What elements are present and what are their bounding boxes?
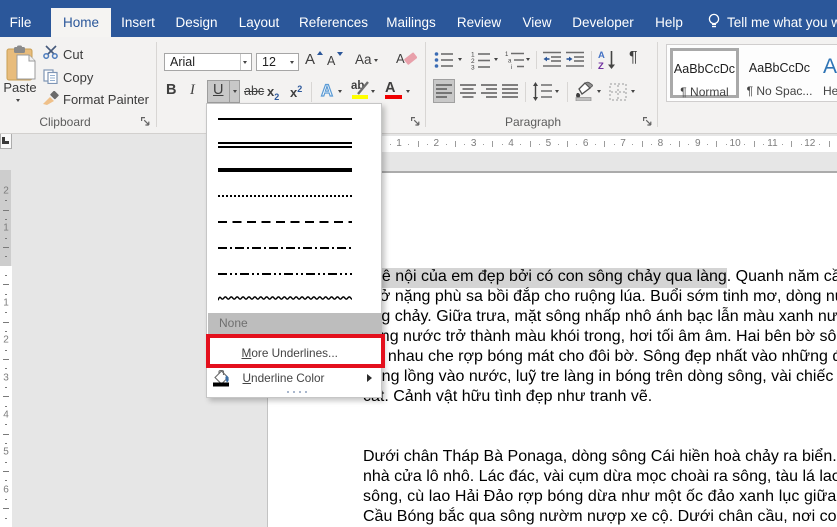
svg-text:A: A <box>321 82 333 99</box>
svg-text:A: A <box>598 50 605 61</box>
svg-text:i: i <box>511 65 512 70</box>
svg-text:1: 1 <box>505 52 509 58</box>
svg-text:Z: Z <box>598 61 604 70</box>
svg-text:3: 3 <box>471 65 475 71</box>
svg-text:a: a <box>508 59 512 65</box>
